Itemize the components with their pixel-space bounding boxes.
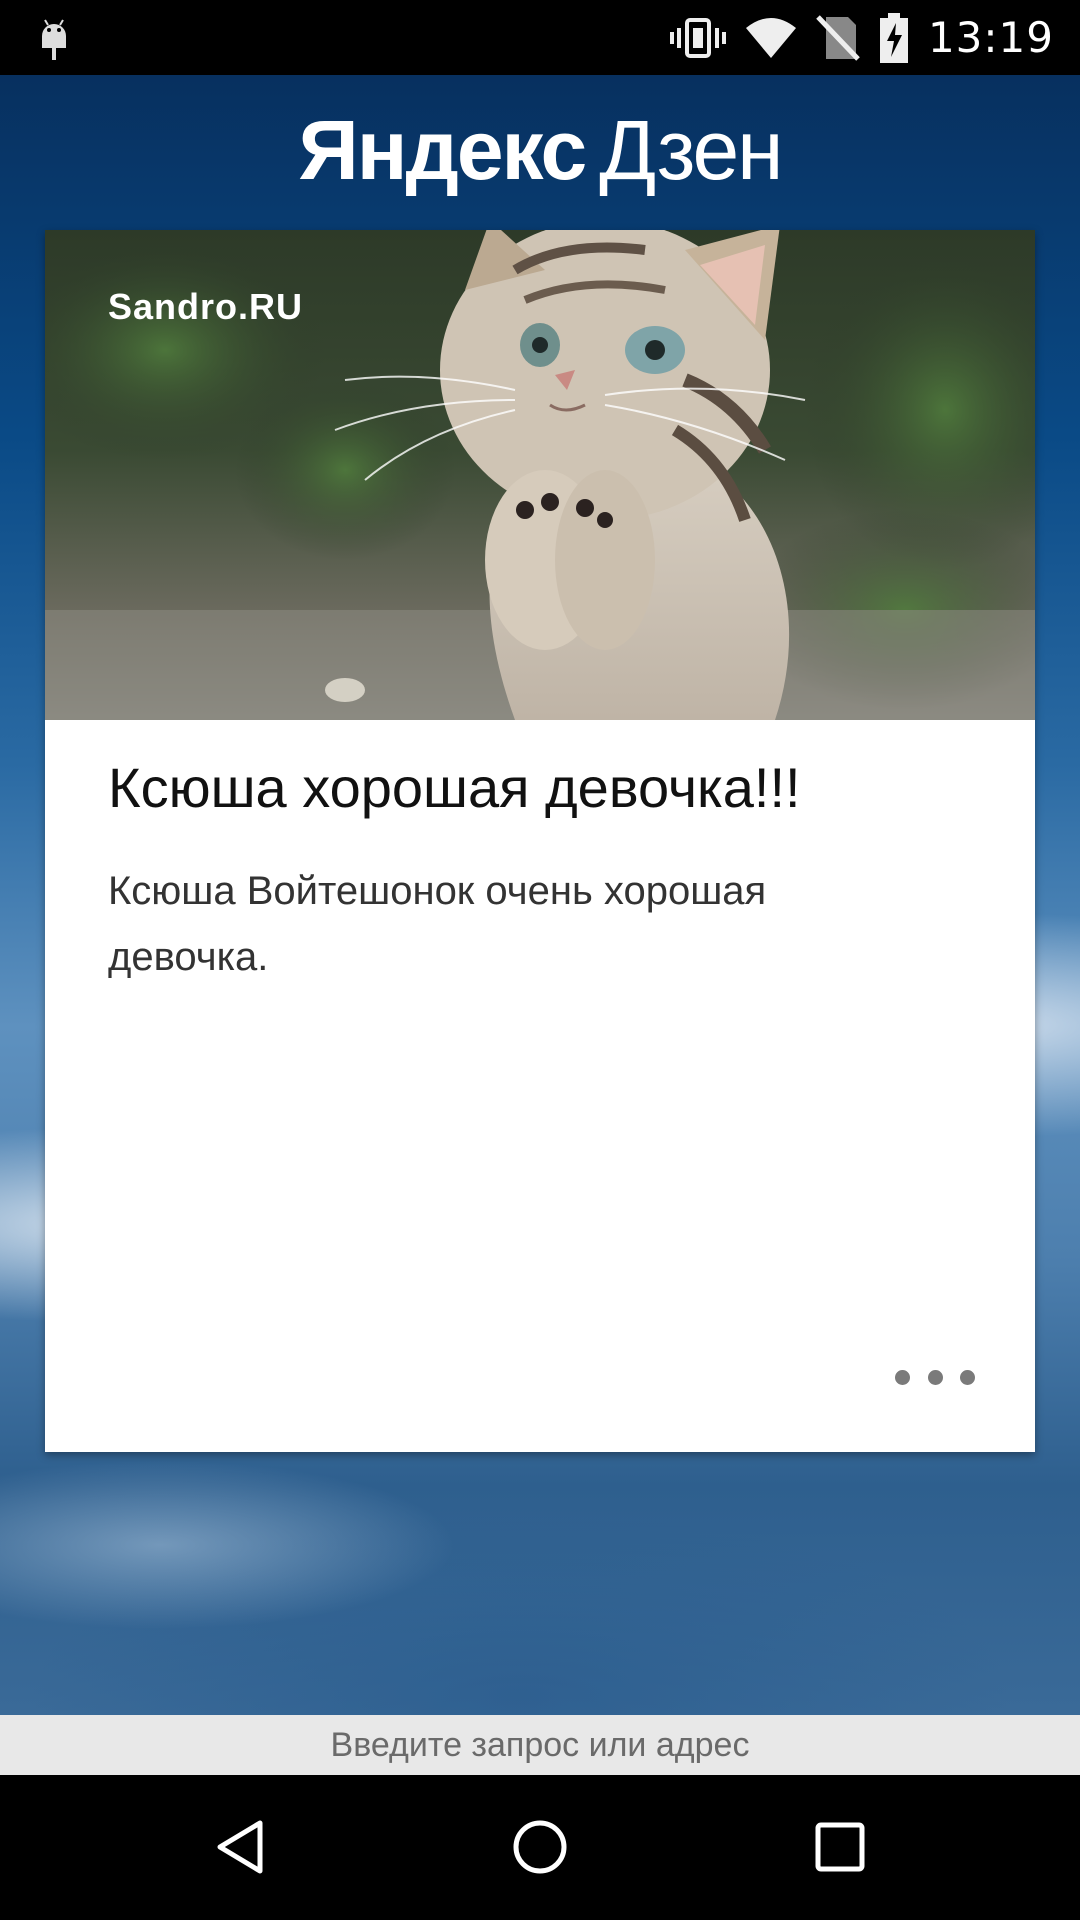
wifi-icon (744, 17, 798, 58)
back-icon[interactable] (190, 1797, 290, 1897)
card-description: Ксюша Войтешонок очень хорошая девочка. (108, 869, 767, 979)
navigation-bar (0, 1775, 1080, 1920)
status-bar: 13:19 (0, 0, 1080, 75)
menu-dot (960, 1369, 975, 1385)
card-source[interactable]: Sandro.RU (108, 286, 303, 328)
recents-icon[interactable] (790, 1797, 890, 1897)
android-debug-icon (36, 14, 72, 62)
kitten-photo[interactable]: Sandro.RU (45, 230, 1035, 720)
menu-dot (927, 1369, 943, 1385)
battery-charging-icon (878, 12, 910, 63)
clock: 13:19 (927, 13, 1054, 62)
logo-product: Дзен (599, 103, 783, 197)
search-input[interactable] (38, 1716, 1042, 1774)
vibrate-icon (669, 16, 726, 60)
logo-brand: Яндекс (298, 103, 587, 197)
status-icons: 13:19 (669, 0, 1054, 75)
article-card[interactable]: Sandro.RU Ксюша хорошая девочка!!! Ксюша… (45, 230, 1035, 1452)
address-bar[interactable] (0, 1715, 1080, 1775)
screen: 13:19 Яндекс Дзен Sandro.RU Ксюша хороша… (0, 0, 1080, 1920)
more-horizontal-icon[interactable] (895, 1360, 975, 1394)
home-icon[interactable] (490, 1797, 590, 1897)
card-title[interactable]: Ксюша хорошая девочка!!! (108, 753, 978, 823)
menu-dot (895, 1369, 910, 1385)
no-sim-icon (816, 14, 860, 61)
app-logo: Яндекс Дзен (0, 95, 1080, 205)
